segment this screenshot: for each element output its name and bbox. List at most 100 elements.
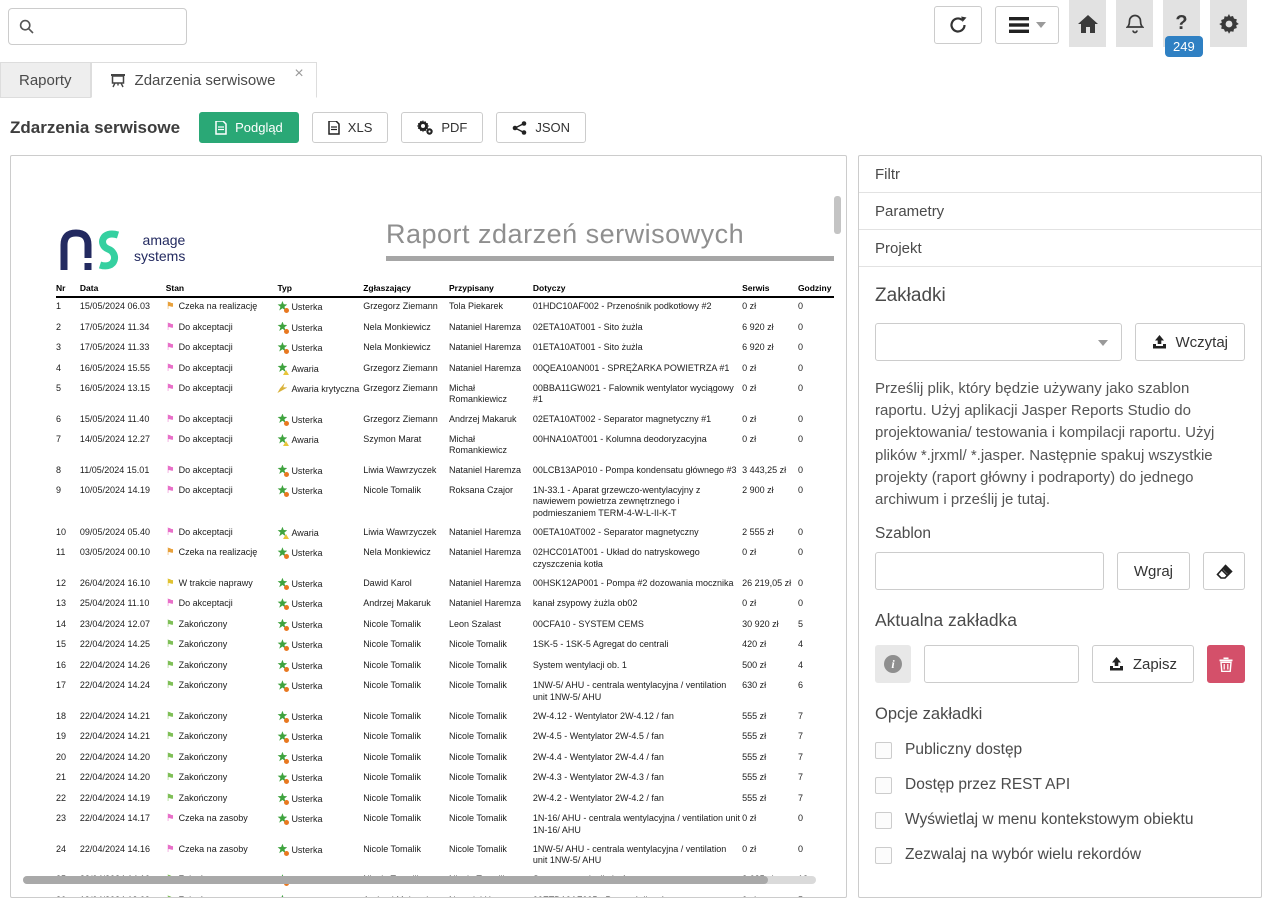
cell-godziny: 7 <box>798 728 834 749</box>
table-row: 26 19/04/2024 13.09 ⚑Zakończony Usterka … <box>56 892 834 898</box>
cell-serwis: 555 zł <box>742 708 798 729</box>
bookmark-option[interactable]: Dostęp przez REST API <box>875 776 1245 794</box>
bookmark-select[interactable] <box>875 323 1122 361</box>
checkbox[interactable] <box>875 847 892 864</box>
cell-stan: ⚑Czeka na zasoby <box>166 841 278 872</box>
status-flag-icon: ⚑ <box>166 578 175 589</box>
horizontal-scrollbar[interactable] <box>23 876 816 884</box>
status-label: Czeka na zasoby <box>179 813 248 823</box>
type-label: Usterka <box>291 415 322 425</box>
type-label: Usterka <box>291 486 322 496</box>
report-preview-pane[interactable]: amage systems Raport zdarzeń serwisowych… <box>10 155 847 898</box>
status-label: Czeka na realizację <box>179 547 258 557</box>
tab-raporty[interactable]: Raporty <box>0 62 91 98</box>
cell-nr: 18 <box>56 708 80 729</box>
cell-godziny: 0 <box>798 810 834 841</box>
home-button[interactable] <box>1069 0 1106 47</box>
sidebar-section-filtr[interactable]: Filtr <box>859 156 1261 193</box>
status-flag-icon: ⚑ <box>166 844 175 855</box>
cell-data: 14/05/2024 12.27 <box>80 431 166 462</box>
type-icon <box>277 895 287 898</box>
json-label: JSON <box>535 120 570 135</box>
cell-typ: Usterka <box>277 749 363 770</box>
current-bookmark-input[interactable] <box>924 645 1079 683</box>
cell-przypisany: Nataniel Haremza <box>449 575 533 596</box>
cell-nr: 23 <box>56 810 80 841</box>
menu-button[interactable] <box>995 6 1059 44</box>
delete-bookmark-button[interactable] <box>1207 645 1245 683</box>
checkbox[interactable] <box>875 742 892 759</box>
template-input[interactable] <box>875 552 1104 590</box>
help-button[interactable]: ? 249 <box>1163 0 1200 47</box>
search-box[interactable] <box>8 8 187 45</box>
cell-stan: ⚑Do akceptacji <box>166 595 278 616</box>
tab-zdarzenia-serwisowe[interactable]: Zdarzenia serwisowe × <box>91 62 317 98</box>
type-label: Usterka <box>291 794 322 804</box>
notifications-button[interactable] <box>1116 0 1153 47</box>
pdf-label: PDF <box>441 120 467 135</box>
type-label: Usterka <box>291 681 322 691</box>
vertical-scrollbar-thumb[interactable] <box>834 196 841 234</box>
cell-stan: ⚑Zakończony <box>166 677 278 708</box>
status-label: Zakończony <box>179 731 228 741</box>
horizontal-scrollbar-thumb[interactable] <box>23 876 768 884</box>
report-page-1: amage systems Raport zdarzeń serwisowych… <box>11 156 846 898</box>
cell-serwis: 2 555 zł <box>742 524 798 545</box>
status-label: Do akceptacji <box>179 414 233 424</box>
cell-typ: Usterka <box>277 892 363 898</box>
sidebar-section-parametry[interactable]: Parametry <box>859 193 1261 230</box>
xls-button[interactable]: XLS <box>312 112 389 143</box>
cell-dotyczy: 1N-33.1 - Aparat grzewczo-wentylacyjny z… <box>533 482 742 524</box>
cell-stan: ⚑Zakończony <box>166 749 278 770</box>
cell-data: 22/04/2024 14.21 <box>80 728 166 749</box>
status-label: Zakończony <box>179 639 228 649</box>
status-flag-icon: ⚑ <box>166 465 175 476</box>
preview-button[interactable]: Podgląd <box>199 112 299 143</box>
type-icon <box>277 711 287 721</box>
cell-zglaszajacy: Liwia Wawrzyczek <box>363 524 449 545</box>
table-row: 12 26/04/2024 16.10 ⚑W trakcie naprawy U… <box>56 575 834 596</box>
pdf-button[interactable]: PDF <box>401 112 483 143</box>
bookmark-info-button[interactable]: i <box>875 645 911 683</box>
checkbox[interactable] <box>875 812 892 829</box>
save-bookmark-button[interactable]: Zapisz <box>1092 645 1194 683</box>
cell-typ: Usterka <box>277 482 363 524</box>
cell-godziny: 0 <box>798 297 834 319</box>
cell-przypisany: Nataniel Haremza <box>449 595 533 616</box>
cell-serwis: 555 zł <box>742 728 798 749</box>
search-input[interactable] <box>41 19 176 35</box>
cell-godziny: 7 <box>798 769 834 790</box>
cell-serwis: 555 zł <box>742 790 798 811</box>
checkbox[interactable] <box>875 777 892 794</box>
json-button[interactable]: JSON <box>496 112 586 143</box>
bookmark-option[interactable]: Publiczny dostęp <box>875 741 1245 759</box>
cell-stan: ⚑Zakończony <box>166 708 278 729</box>
cell-nr: 8 <box>56 462 80 483</box>
cell-przypisany: Nicole Tomalik <box>449 841 533 872</box>
cell-nr: 9 <box>56 482 80 524</box>
cell-nr: 21 <box>56 769 80 790</box>
type-icon <box>277 465 287 475</box>
bookmark-option[interactable]: Zezwalaj na wybór wielu rekordów <box>875 846 1245 864</box>
cell-serwis: 420 zł <box>742 636 798 657</box>
settings-button[interactable] <box>1210 0 1247 47</box>
refresh-button[interactable] <box>934 6 982 44</box>
table-row: 2 17/05/2024 11.34 ⚑Do akceptacji Usterk… <box>56 319 834 340</box>
close-icon[interactable]: × <box>294 65 303 83</box>
cell-nr: 11 <box>56 544 80 575</box>
status-flag-icon: ⚑ <box>166 752 175 763</box>
cell-typ: Usterka <box>277 636 363 657</box>
main-area: amage systems Raport zdarzeń serwisowych… <box>0 155 1265 898</box>
clear-template-button[interactable] <box>1203 552 1245 590</box>
sidebar-section-projekt[interactable]: Projekt <box>859 230 1261 267</box>
bookmark-option[interactable]: Wyświetlaj w menu kontekstowym obiektu <box>875 811 1245 829</box>
cell-typ: Awaria <box>277 524 363 545</box>
cell-dotyczy: 2W-4.12 - Wentylator 2W-4.12 / fan <box>533 708 742 729</box>
status-flag-icon: ⚑ <box>166 527 175 538</box>
upload-template-button[interactable]: Wgraj <box>1117 552 1190 590</box>
projekt-section-body: Zakładki Wczytaj Prześlij plik, który bę… <box>859 267 1261 864</box>
cell-stan: ⚑Do akceptacji <box>166 339 278 360</box>
load-bookmark-button[interactable]: Wczytaj <box>1135 323 1246 361</box>
cell-zglaszajacy: Nicole Tomalik <box>363 790 449 811</box>
cell-serwis: 2 900 zł <box>742 482 798 524</box>
